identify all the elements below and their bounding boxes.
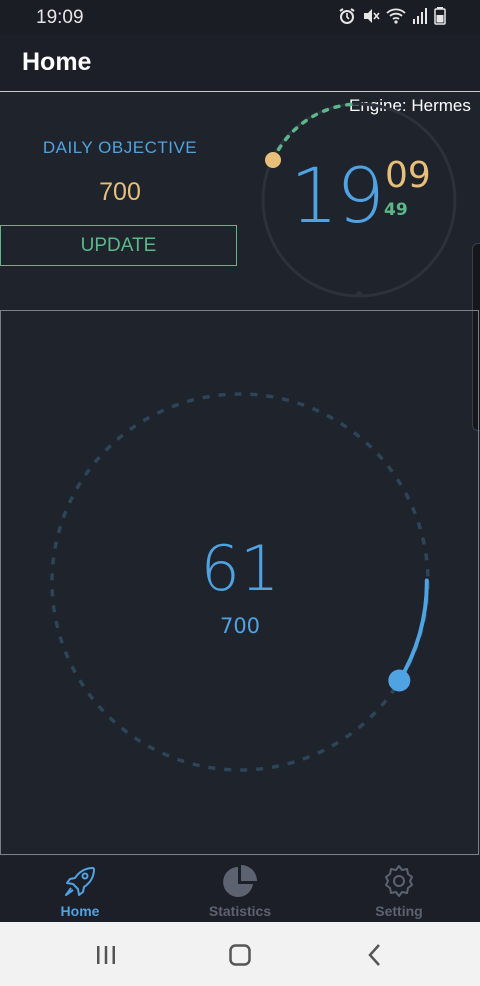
tab-statistics[interactable]: Statistics <box>160 856 320 922</box>
wifi-icon <box>386 8 406 24</box>
status-bar: 19:09 <box>0 0 480 34</box>
progress-marker <box>388 669 411 692</box>
tab-home-label: Home <box>60 903 100 919</box>
tab-home[interactable]: Home <box>0 856 160 922</box>
clock-hours: 19 <box>290 151 385 240</box>
tab-setting-label: Setting <box>375 903 423 919</box>
status-time: 19:09 <box>36 7 84 28</box>
recent-apps-button[interactable] <box>86 942 126 968</box>
status-icons <box>338 7 446 25</box>
rocket-icon <box>65 867 95 896</box>
home-button[interactable] <box>220 942 260 968</box>
daily-objective-value: 700 <box>99 178 141 206</box>
alarm-icon <box>339 8 355 24</box>
pie-chart-icon <box>223 865 257 897</box>
update-button[interactable]: UPDATE <box>0 225 237 266</box>
bottom-tab-bar: Home Statistics Setting <box>0 856 480 922</box>
battery-icon <box>434 7 446 25</box>
recent-apps-icon <box>97 946 115 964</box>
progress-target: 700 <box>219 614 261 638</box>
mute-icon <box>364 9 380 23</box>
app-bar: Home <box>0 34 480 92</box>
back-icon <box>368 944 380 966</box>
clock-minutes: 09 <box>385 155 431 196</box>
system-nav-bar <box>0 922 480 986</box>
progress-current: 61 <box>200 532 280 605</box>
clock-seconds: 49 <box>384 200 408 220</box>
tab-statistics-label: Statistics <box>208 903 272 919</box>
signal-icon <box>413 8 427 24</box>
back-button[interactable] <box>354 942 394 968</box>
gear-icon <box>385 865 413 897</box>
tab-setting[interactable]: Setting <box>319 856 479 922</box>
daily-objective-label: DAILY OBJECTIVE <box>42 138 198 157</box>
home-nav-icon <box>229 944 251 966</box>
page-title: Home <box>22 48 92 76</box>
clock-seconds-marker <box>265 152 281 168</box>
